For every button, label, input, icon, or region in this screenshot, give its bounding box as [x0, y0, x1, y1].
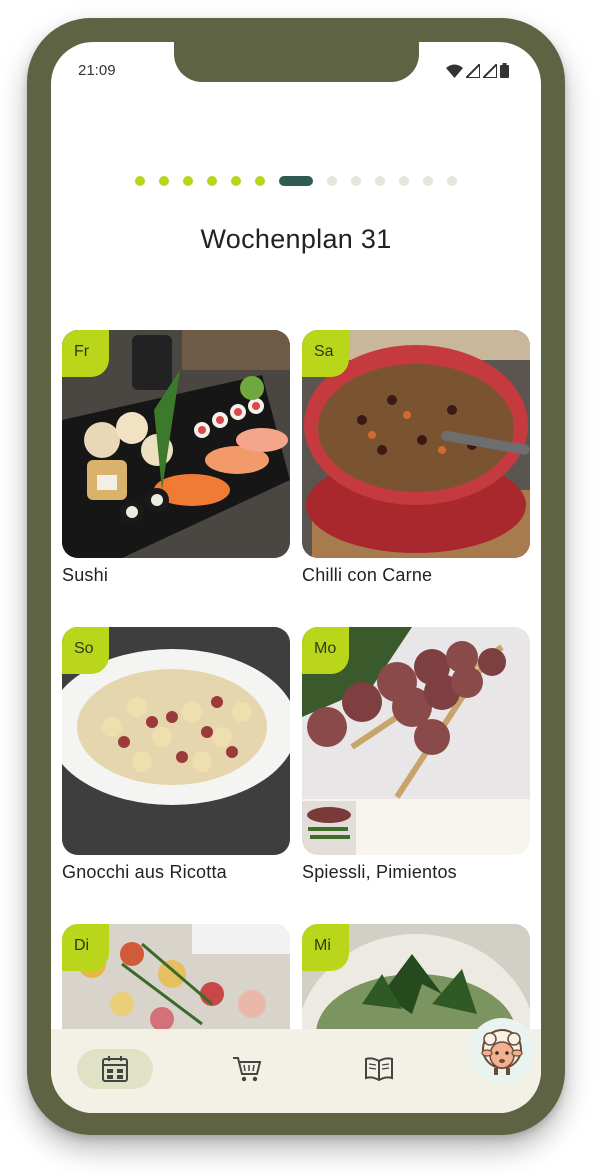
- book-icon: [365, 1057, 393, 1082]
- signal-icon: [466, 64, 480, 78]
- day-badge: Mo: [302, 627, 349, 674]
- meal-card[interactable]: Fr Sushi: [62, 330, 290, 586]
- day-badge: Di: [62, 924, 109, 971]
- day-badge: Fr: [62, 330, 109, 377]
- status-icons: [446, 62, 509, 78]
- nav-shopping[interactable]: [209, 1049, 285, 1089]
- pager-dot[interactable]: [423, 176, 433, 186]
- pager-dot[interactable]: [375, 176, 385, 186]
- pager-dot[interactable]: [447, 176, 457, 186]
- battery-icon: [500, 63, 509, 78]
- mascot-button[interactable]: [469, 1018, 535, 1084]
- day-badge: Sa: [302, 330, 349, 377]
- calendar-icon: [102, 1056, 128, 1082]
- signal-icon: [483, 64, 497, 78]
- pager-dot-active[interactable]: [279, 176, 313, 186]
- meal-photo[interactable]: Mo: [302, 627, 530, 855]
- meal-photo[interactable]: Fr: [62, 330, 290, 558]
- meal-photo[interactable]: So: [62, 627, 290, 855]
- cart-icon: [233, 1057, 262, 1082]
- meal-name: Sushi: [62, 565, 109, 585]
- pager-dot[interactable]: [159, 176, 169, 186]
- week-pager[interactable]: [51, 176, 541, 186]
- page-title: Wochenplan 31: [200, 224, 392, 254]
- day-badge: So: [62, 627, 109, 674]
- pager-dot[interactable]: [255, 176, 265, 186]
- nav-recipes[interactable]: [341, 1049, 417, 1089]
- nav-weekplan[interactable]: [77, 1049, 153, 1089]
- day-badge: Mi: [302, 924, 349, 971]
- meal-card[interactable]: So Gnocchi aus Ricotta: [62, 627, 290, 883]
- app-screen: 21:09 Wochenplan 31 Fr Sushi Sa Chilli c…: [51, 42, 541, 1113]
- pager-dot[interactable]: [327, 176, 337, 186]
- pager-dot[interactable]: [207, 176, 217, 186]
- meal-card[interactable]: Sa Chilli con Carne: [302, 330, 530, 586]
- pager-dot[interactable]: [399, 176, 409, 186]
- wifi-icon: [446, 64, 463, 78]
- meal-photo[interactable]: Sa: [302, 330, 530, 558]
- meal-name: Spiessli, Pimientos: [302, 862, 457, 882]
- pager-dot[interactable]: [231, 176, 241, 186]
- camera-notch: [174, 42, 419, 82]
- pager-dot[interactable]: [183, 176, 193, 186]
- meal-card[interactable]: Mo Spiessli, Pimientos: [302, 627, 530, 883]
- sheep-mascot-icon: [481, 1029, 523, 1075]
- pager-dot[interactable]: [351, 176, 361, 186]
- status-time: 21:09: [78, 62, 116, 79]
- bottom-navigation: [51, 1018, 541, 1113]
- meal-name: Gnocchi aus Ricotta: [62, 862, 227, 882]
- meal-name: Chilli con Carne: [302, 565, 433, 585]
- pager-dot[interactable]: [135, 176, 145, 186]
